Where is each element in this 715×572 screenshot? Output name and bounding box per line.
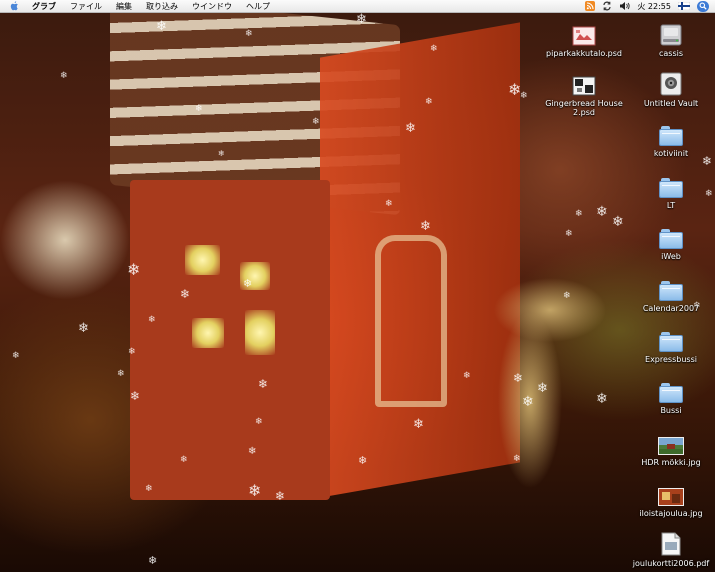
folder-icon (659, 326, 683, 352)
snowflake-icon: ❄ (596, 204, 608, 220)
snowflake-icon: ❄ (565, 229, 573, 239)
menu-bar: グラブ ファイル 編集 取り込み ウインドウ ヘルプ 火 22:55 (0, 0, 715, 13)
snowflake-icon: ❄ (60, 71, 68, 81)
volume-icon[interactable] (619, 1, 630, 12)
desktop-icon-label: iWeb (661, 252, 681, 261)
psd-file-icon (572, 20, 596, 46)
desktop-folder-bussi[interactable]: Bussi (626, 377, 715, 415)
menu-file[interactable]: ファイル (63, 1, 109, 12)
desktop-folder-calendar2007[interactable]: Calendar2007 (626, 275, 715, 313)
wallpaper-window (185, 245, 220, 275)
desktop-icon-label: piparkakkutalo.psd (546, 49, 622, 58)
desktop-icon-iloistajoulua[interactable]: iloistajoulua.jpg (626, 480, 715, 518)
folder-icon (659, 172, 683, 198)
wallpaper-window (192, 318, 224, 348)
rss-icon[interactable] (585, 1, 596, 12)
folder-icon (659, 223, 683, 249)
desktop-icon-cassis[interactable]: cassis (626, 20, 715, 58)
menu-capture[interactable]: 取り込み (139, 1, 185, 12)
apple-menu-icon[interactable] (10, 1, 19, 11)
wallpaper-window (240, 262, 270, 290)
jpg-file-icon (658, 480, 684, 506)
spotlight-icon[interactable] (697, 0, 709, 12)
wallpaper-ground (0, 420, 715, 572)
wallpaper-window (245, 310, 275, 355)
menu-window[interactable]: ウインドウ (185, 1, 239, 12)
menu-app-name[interactable]: グラブ (25, 1, 63, 12)
menu-edit[interactable]: 編集 (109, 1, 139, 12)
folder-icon (659, 120, 683, 146)
vault-icon (660, 70, 682, 96)
desktop-icon-label: Bussi (660, 406, 682, 415)
desktop-icon-joulukortti[interactable]: joulukortti2006.pdf (626, 530, 715, 568)
desktop-icon-label: HDR mökki.jpg (641, 458, 701, 467)
snowflake-icon: ❄ (520, 91, 528, 101)
desktop-icon-gingerbread-house[interactable]: Gingerbread House 2.psd (539, 70, 629, 117)
desktop-icon-label: LT (666, 201, 676, 210)
desktop-icon-label: Untitled Vault (643, 99, 699, 108)
menu-extras: 火 22:55 (585, 0, 715, 12)
folder-icon (659, 275, 683, 301)
desktop-icon-piparkakkutalo[interactable]: piparkakkutalo.psd (539, 20, 629, 58)
snowflake-icon: ❄ (612, 214, 624, 230)
jpg-file-icon (658, 429, 684, 455)
sync-icon[interactable] (602, 1, 612, 12)
psd-file-icon (572, 70, 596, 96)
hard-drive-icon (659, 20, 683, 46)
flag-fi-icon[interactable] (678, 1, 690, 12)
snowflake-icon: ❄ (117, 369, 125, 379)
menu-help[interactable]: ヘルプ (239, 1, 277, 12)
desktop-folder-kotiviinit[interactable]: kotiviinit (626, 120, 715, 158)
desktop-folder-expressbussi[interactable]: Expressbussi (626, 326, 715, 364)
wallpaper-side-window (375, 235, 447, 407)
desktop-icon-untitled-vault[interactable]: Untitled Vault (626, 70, 715, 108)
snowflake-icon: ❄ (575, 209, 583, 219)
desktop-icon-label: joulukortti2006.pdf (632, 559, 710, 568)
folder-icon (659, 377, 683, 403)
desktop-icon-label: Gingerbread House 2.psd (545, 99, 623, 117)
clock-text[interactable]: 火 22:55 (637, 1, 671, 12)
desktop-icon-hdr-mokki[interactable]: HDR mökki.jpg (626, 429, 715, 467)
desktop-icon-label: Calendar2007 (642, 304, 700, 313)
desktop-folder-lt[interactable]: LT (626, 172, 715, 210)
wallpaper-frost (0, 180, 130, 300)
desktop-icon-label: iloistajoulua.jpg (639, 509, 703, 518)
snowflake-icon: ❄ (78, 321, 89, 336)
pdf-file-icon (661, 530, 681, 556)
desktop-icon-label: kotiviinit (653, 149, 689, 158)
desktop-icon-label: Expressbussi (645, 355, 697, 364)
desktop-icon-label: cassis (658, 49, 684, 58)
desktop-folder-iweb[interactable]: iWeb (626, 223, 715, 261)
snowflake-icon: ❄ (12, 351, 20, 361)
